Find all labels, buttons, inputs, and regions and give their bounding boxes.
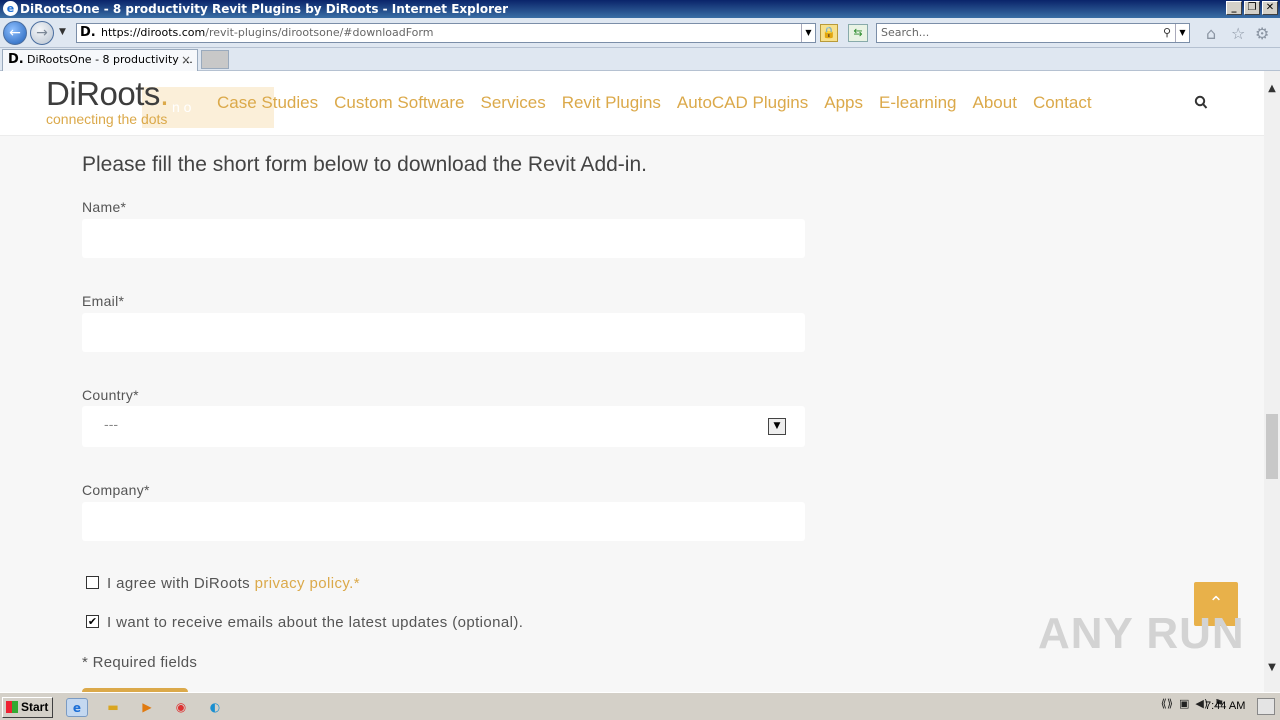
restore-button[interactable]: ❐ [1244, 1, 1260, 15]
country-label: Country* [82, 387, 139, 403]
windows-flag-icon [6, 701, 18, 713]
lock-icon[interactable]: 🔒 [820, 24, 838, 42]
menu-contact[interactable]: Contact [1033, 93, 1092, 113]
address-dropdown-icon[interactable]: ▼ [801, 24, 815, 42]
privacy-policy-link[interactable]: privacy policy.* [255, 575, 360, 592]
show-desktop-button[interactable] [1257, 698, 1275, 715]
tray-arrows-icon[interactable]: ⟪⟫ [1161, 697, 1173, 710]
home-icon[interactable]: ⌂ [1206, 24, 1216, 43]
minimize-button[interactable]: _ [1226, 1, 1242, 15]
media-player-icon[interactable]: ▶ [136, 698, 158, 717]
logo-dot: . [159, 75, 169, 112]
email-field[interactable] [82, 313, 805, 352]
company-label: Company* [82, 482, 150, 498]
logo-text: DiRoots [46, 75, 160, 112]
vertical-scrollbar[interactable]: ▲ ▼ [1264, 71, 1280, 692]
page-viewport: n o DiRoots. connecting the dots Case St… [0, 71, 1264, 692]
window-controls: _ ❐ ✕ [1226, 1, 1278, 15]
country-selected-value: --- [104, 418, 119, 433]
tab-bar: D. DiRootsOne - 8 productivity ... × [0, 48, 1280, 71]
search-dropdown-icon[interactable]: ▼ [1175, 24, 1189, 42]
explorer-folder-icon[interactable]: ▬ [102, 698, 124, 717]
menu-about[interactable]: About [973, 93, 1017, 113]
window-titlebar: e DiRootsOne - 8 productivity Revit Plug… [0, 0, 1280, 18]
site-logo[interactable]: DiRoots. [46, 75, 169, 113]
network-icon[interactable]: ▣ [1179, 697, 1189, 710]
name-label: Name* [82, 199, 127, 215]
browser-navbar: ← → ▼ D. https://diroots.com/revit-plugi… [0, 18, 1280, 48]
window-title: DiRootsOne - 8 productivity Revit Plugin… [20, 2, 509, 16]
updates-checkbox[interactable]: ✔ [86, 615, 99, 628]
tab-close-icon[interactable]: × [181, 50, 191, 70]
scroll-thumb[interactable] [1266, 414, 1278, 479]
taskbar: Start e ▬ ▶ ◉ ◐ ⟪⟫ ▣ ◀) ⚑ 7:44 AM [0, 692, 1280, 720]
refresh-button[interactable]: ⇆ [848, 24, 868, 42]
search-placeholder: Search... [881, 26, 930, 39]
close-button[interactable]: ✕ [1262, 1, 1278, 15]
site-search-icon[interactable] [1194, 95, 1208, 111]
anyrun-watermark: ANY RUN [1038, 609, 1245, 658]
company-field[interactable] [82, 502, 805, 541]
site-favicon: D. [80, 25, 96, 40]
updates-label: I want to receive emails about the lates… [107, 614, 524, 631]
email-label: Email* [82, 293, 125, 309]
forward-button[interactable]: → [30, 21, 54, 45]
name-field[interactable] [82, 219, 805, 258]
privacy-checkbox[interactable] [86, 576, 99, 589]
main-menu: Case Studies Custom Software Services Re… [217, 93, 1092, 113]
menu-autocad-plugins[interactable]: AutoCAD Plugins [677, 93, 808, 113]
taskbar-clock[interactable]: 7:44 AM [1205, 700, 1245, 712]
url-path: /revit-plugins/dirootsone/#downloadForm [205, 26, 434, 39]
privacy-label: I agree with DiRoots privacy policy.* [107, 575, 360, 592]
form-heading: Please fill the short form below to down… [82, 153, 647, 176]
scroll-down-icon[interactable]: ▼ [1264, 662, 1280, 676]
tab-label: DiRootsOne - 8 productivity ... [27, 53, 193, 66]
menu-custom-software[interactable]: Custom Software [334, 93, 464, 113]
scroll-up-icon[interactable]: ▲ [1264, 83, 1280, 97]
search-box[interactable]: Search... ⚲ ▼ [876, 23, 1190, 43]
back-button[interactable]: ← [3, 21, 27, 45]
required-fields-note: * Required fields [82, 654, 198, 671]
internet-explorer-icon: e [3, 1, 18, 16]
menu-revit-plugins[interactable]: Revit Plugins [562, 93, 661, 113]
tab-favicon: D. [8, 52, 24, 67]
favorites-star-icon[interactable]: ☆ [1231, 24, 1245, 43]
site-header: n o DiRoots. connecting the dots Case St… [0, 71, 1264, 136]
chrome-icon[interactable]: ◉ [170, 698, 192, 717]
screen: e DiRootsOne - 8 productivity Revit Plug… [0, 0, 1280, 720]
new-tab-button[interactable] [201, 50, 229, 69]
menu-e-learning[interactable]: E-learning [879, 93, 957, 113]
search-icon[interactable]: ⚲ [1163, 24, 1171, 42]
history-dropdown-icon[interactable]: ▼ [59, 27, 66, 37]
address-url[interactable]: https://diroots.com/revit-plugins/diroot… [101, 24, 433, 42]
url-host: https://diroots.com [101, 26, 206, 39]
chevron-down-icon[interactable]: ▼ [768, 418, 786, 435]
address-bar[interactable]: D. https://diroots.com/revit-plugins/dir… [76, 23, 816, 43]
privacy-text: I agree with DiRoots [107, 575, 255, 592]
menu-apps[interactable]: Apps [824, 93, 863, 113]
edge-icon[interactable]: ◐ [204, 698, 226, 717]
country-select[interactable]: --- ▼ [82, 406, 805, 447]
menu-services[interactable]: Services [481, 93, 546, 113]
start-label: Start [21, 700, 49, 714]
settings-gear-icon[interactable]: ⚙ [1255, 24, 1269, 43]
ie-taskbar-icon[interactable]: e [66, 698, 88, 717]
tab-dirootsone[interactable]: D. DiRootsOne - 8 productivity ... × [2, 49, 198, 71]
start-button[interactable]: Start [2, 697, 53, 718]
menu-case-studies[interactable]: Case Studies [217, 93, 318, 113]
logo-tagline: connecting the dots [46, 111, 168, 127]
